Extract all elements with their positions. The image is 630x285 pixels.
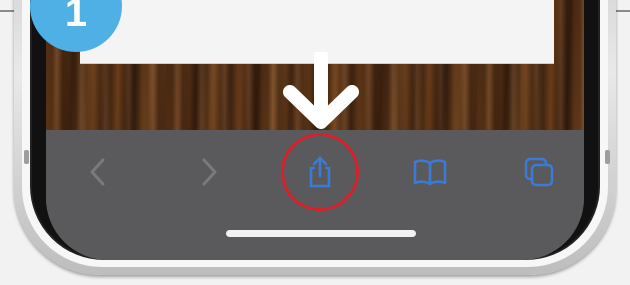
book-icon — [413, 159, 447, 186]
chevron-left-icon — [90, 158, 105, 186]
chevron-right-icon — [202, 158, 217, 186]
side-button-right — [605, 150, 610, 164]
down-arrow-icon — [283, 52, 359, 129]
tabs-button[interactable] — [519, 152, 559, 192]
share-highlight-circle — [281, 133, 359, 211]
bookmarks-button[interactable] — [410, 152, 450, 192]
back-button[interactable] — [78, 152, 118, 192]
forward-button[interactable] — [189, 152, 229, 192]
home-indicator — [226, 230, 416, 237]
tutorial-screenshot: 1 — [0, 0, 630, 285]
tabs-icon — [524, 157, 554, 187]
side-button-left — [24, 150, 29, 164]
